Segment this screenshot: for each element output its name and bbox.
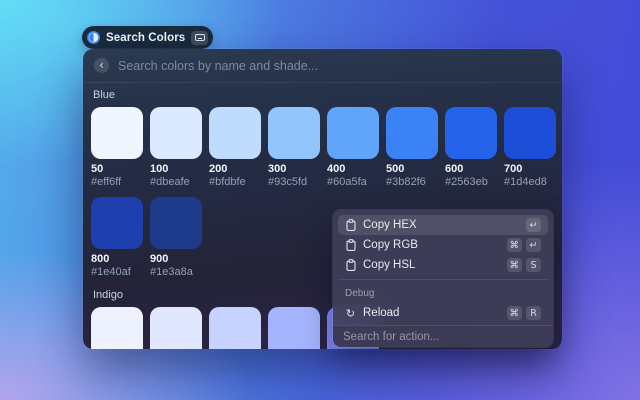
color-swatch[interactable] [268,107,320,159]
color-swatch-cell[interactable]: 800#1e40af [91,197,143,278]
color-swatch-cell[interactable]: 500#3b82f6 [386,107,438,188]
menu-section-label: Debug [345,288,541,299]
color-swatch-cell[interactable]: 700#1d4ed8 [504,107,556,188]
launcher-pill-label: Search Colors [106,32,185,44]
shortcut-keys: ⌘↵ [507,238,542,252]
color-swatch-cell[interactable] [268,307,320,349]
key-badge: S [526,258,541,272]
menu-item-label: Copy HSL [363,259,415,271]
shortcut-keys: ⌘R [507,306,542,320]
hex-label: #1d4ed8 [504,176,556,188]
shade-label: 100 [150,163,202,175]
menu-item-copy-rgb[interactable]: Copy RGB ⌘↵ [338,235,548,255]
action-search-input[interactable] [343,331,543,343]
extension-icon [87,31,100,44]
key-badge: R [526,306,541,320]
shade-label: 50 [91,163,143,175]
key-badge: ↵ [526,238,541,252]
color-swatch[interactable] [209,107,261,159]
shortcut-keys: ⌘S [507,258,542,272]
action-menu-list: Copy HEX↵Copy RGB⌘↵Copy HSL⌘S Debug ↻Rel… [333,210,553,328]
search-input[interactable] [118,59,551,73]
hex-label: #1e3a8a [150,266,202,278]
hex-label: #2563eb [445,176,497,188]
clipboard-icon [345,259,356,271]
back-button[interactable]: ‹ [94,58,109,73]
hex-label: #eff6ff [91,176,143,188]
hex-label: #dbeafe [150,176,202,188]
shade-label: 300 [268,163,320,175]
color-swatch[interactable] [504,107,556,159]
menu-item-copy-hsl[interactable]: Copy HSL ⌘S [338,255,548,275]
keyboard-icon [195,34,205,41]
action-menu: Copy HEX↵Copy RGB⌘↵Copy HSL⌘S Debug ↻Rel… [333,210,553,347]
color-swatch-cell[interactable]: 900#1e3a8a [150,197,202,278]
key-badge: ⌘ [507,258,523,272]
color-swatch[interactable] [91,107,143,159]
menu-divider [338,279,548,280]
shade-label: 500 [386,163,438,175]
color-swatch-cell[interactable] [209,307,261,349]
key-badge: ⌘ [507,238,523,252]
search-bar: ‹ [83,49,562,83]
color-swatch-cell[interactable]: 600#2563eb [445,107,497,188]
section-title: Blue [93,90,555,101]
color-swatch[interactable] [209,307,261,349]
shade-label: 700 [504,163,556,175]
key-badge: ↵ [526,218,541,232]
color-swatch[interactable] [91,307,143,349]
color-swatch[interactable] [327,107,379,159]
shade-label: 600 [445,163,497,175]
color-swatch-cell[interactable]: 100#dbeafe [150,107,202,188]
desktop-background: { "colors": { "bg_top_left": "#63ddf6", … [0,0,640,400]
shade-label: 800 [91,253,143,265]
hex-label: #60a5fa [327,176,379,188]
shade-label: 400 [327,163,379,175]
shortcut-keys: ↵ [526,218,541,232]
debug-actions-group: ↻ Reload ⌘R [338,303,548,323]
shade-label: 200 [209,163,261,175]
key-badge: ⌘ [507,306,523,320]
menu-item-label: Copy HEX [363,219,417,231]
color-swatch-cell[interactable]: 50#eff6ff [91,107,143,188]
menu-item-reload[interactable]: ↻ Reload ⌘R [338,303,548,323]
copy-actions-group: Copy HEX↵Copy RGB⌘↵Copy HSL⌘S [338,215,548,275]
menu-item-copy-hex[interactable]: Copy HEX ↵ [338,215,548,235]
menu-item-label: Copy RGB [363,239,418,251]
clipboard-icon [345,219,356,231]
color-swatch[interactable] [445,107,497,159]
hex-label: #1e40af [91,266,143,278]
launcher-pill[interactable]: Search Colors [82,26,213,49]
chevron-left-icon: ‹ [99,59,104,71]
clipboard-icon [345,239,356,251]
keyboard-badge [191,31,208,45]
color-swatch-cell[interactable]: 300#93c5fd [268,107,320,188]
menu-item-label: Reload [363,307,399,319]
hex-label: #3b82f6 [386,176,438,188]
color-swatch[interactable] [386,107,438,159]
shade-label: 900 [150,253,202,265]
color-swatch[interactable] [150,307,202,349]
color-swatch-cell[interactable]: 400#60a5fa [327,107,379,188]
color-swatch[interactable] [91,197,143,249]
hex-label: #bfdbfe [209,176,261,188]
color-swatch-cell[interactable] [91,307,143,349]
reload-icon: ↻ [345,308,356,319]
color-swatch-cell[interactable] [150,307,202,349]
color-swatch-cell[interactable]: 200#bfdbfe [209,107,261,188]
color-swatch[interactable] [268,307,320,349]
color-swatch[interactable] [150,197,202,249]
hex-label: #93c5fd [268,176,320,188]
color-swatch[interactable] [150,107,202,159]
action-search-bar [333,325,553,347]
